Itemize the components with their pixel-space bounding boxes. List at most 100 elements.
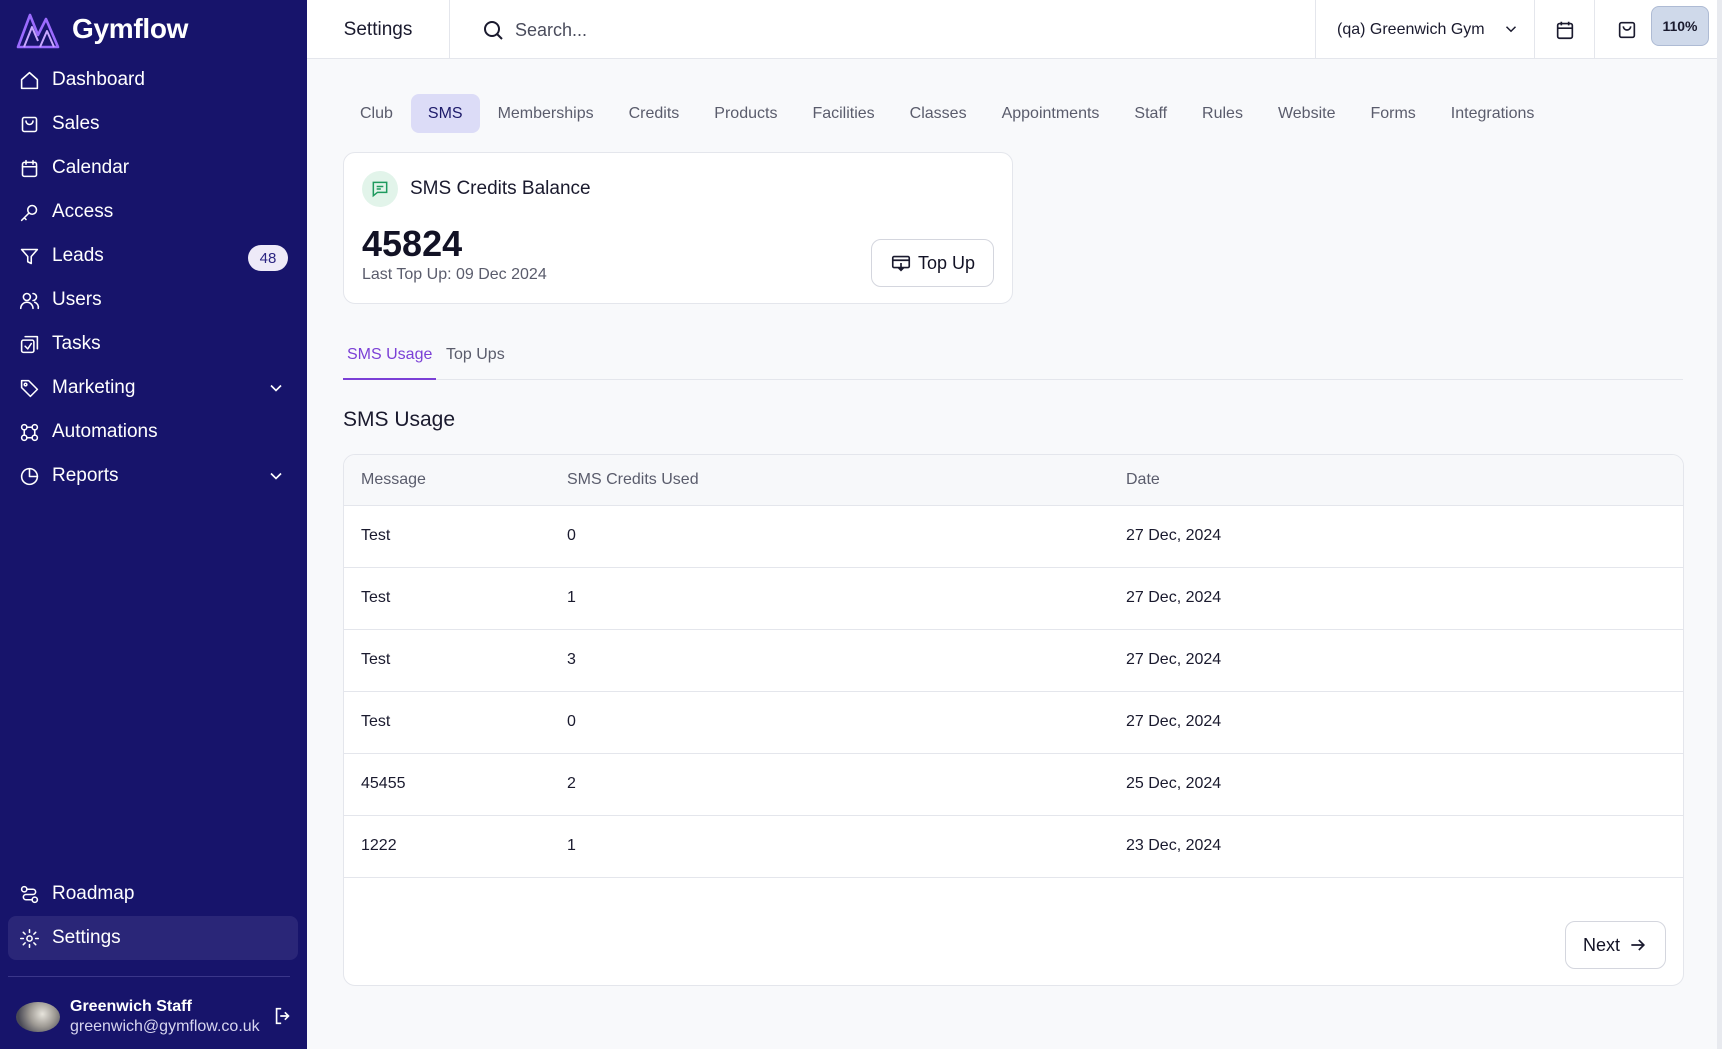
date-cell: 27 Dec, 2024 bbox=[1126, 651, 1222, 668]
next-page-button[interactable]: Next bbox=[1565, 921, 1666, 969]
sidebar-divider bbox=[8, 976, 290, 977]
sidebar-bottom-nav: Roadmap Settings bbox=[8, 872, 298, 960]
chevron-down-icon[interactable] bbox=[266, 378, 286, 398]
page-title: Settings bbox=[307, 0, 450, 59]
search-bar[interactable] bbox=[481, 14, 1181, 46]
users-icon bbox=[18, 289, 40, 311]
tab-appointments[interactable]: Appointments bbox=[985, 94, 1117, 133]
top-up-icon bbox=[891, 255, 911, 272]
bag-icon bbox=[1618, 21, 1636, 38]
date-cell: 27 Dec, 2024 bbox=[1126, 589, 1222, 606]
chevron-down-icon[interactable] bbox=[266, 466, 286, 486]
bag-icon bbox=[18, 113, 40, 135]
club-selector-value: (qa) Greenwich Gym bbox=[1337, 20, 1485, 38]
date-cell: 27 Dec, 2024 bbox=[1126, 527, 1222, 544]
credits-cell: 3 bbox=[567, 651, 576, 668]
tab-facilities[interactable]: Facilities bbox=[795, 94, 891, 133]
logout-icon[interactable] bbox=[272, 1005, 296, 1029]
card-header: SMS Credits Balance bbox=[362, 171, 591, 207]
sidebar-item-users[interactable]: Users bbox=[8, 278, 298, 322]
message-cell: 1222 bbox=[361, 837, 397, 854]
sms-credits-balance: 45824 bbox=[362, 223, 463, 264]
sidebar-item-label: Tasks bbox=[52, 333, 101, 354]
top-up-button[interactable]: Top Up bbox=[871, 239, 994, 287]
zoom-level[interactable]: 110% bbox=[1651, 6, 1709, 46]
user-email: greenwich@gymflow.co.uk bbox=[70, 1018, 260, 1035]
app-name: Gymflow bbox=[72, 13, 189, 44]
table-row[interactable]: 1222 1 23 Dec, 2024 bbox=[344, 816, 1683, 878]
credits-cell: 0 bbox=[567, 527, 576, 544]
sidebar-item-label: Marketing bbox=[52, 377, 136, 398]
date-cell: 25 Dec, 2024 bbox=[1126, 775, 1222, 792]
user-info: Greenwich Staff greenwich@gymflow.co.uk bbox=[70, 998, 272, 1036]
sidebar-item-sales[interactable]: Sales bbox=[8, 102, 298, 146]
sidebar-item-dashboard[interactable]: Dashboard bbox=[8, 58, 298, 102]
column-header-credits-used[interactable]: SMS Credits Used bbox=[567, 471, 699, 489]
table-row[interactable]: Test 1 27 Dec, 2024 bbox=[344, 568, 1683, 630]
next-label: Next bbox=[1582, 934, 1620, 955]
search-input[interactable] bbox=[515, 19, 1115, 41]
tab-staff[interactable]: Staff bbox=[1117, 94, 1184, 133]
column-header-message[interactable]: Message bbox=[361, 471, 426, 489]
filter-icon bbox=[18, 245, 40, 267]
table-row[interactable]: Test 3 27 Dec, 2024 bbox=[344, 630, 1683, 692]
table-row[interactable]: 45455 2 25 Dec, 2024 bbox=[344, 754, 1683, 816]
sidebar-item-reports[interactable]: Reports bbox=[8, 454, 298, 498]
tab-integrations[interactable]: Integrations bbox=[1434, 94, 1552, 133]
tab-sms-usage[interactable]: SMS Usage bbox=[343, 336, 437, 380]
credits-cell: 2 bbox=[567, 775, 576, 792]
gear-icon bbox=[18, 927, 40, 949]
sidebar-item-leads[interactable]: Leads 48 bbox=[8, 234, 298, 278]
tab-credits[interactable]: Credits bbox=[612, 94, 697, 133]
key-icon bbox=[18, 201, 40, 223]
sidebar-item-label: Dashboard bbox=[52, 69, 145, 90]
sidebar-item-settings[interactable]: Settings bbox=[8, 916, 298, 960]
cart-button[interactable] bbox=[1597, 0, 1657, 59]
automation-icon bbox=[18, 421, 40, 443]
avatar[interactable] bbox=[16, 1002, 60, 1032]
sms-usage-table: Message SMS Credits Used Date Test 0 27 … bbox=[343, 454, 1684, 986]
pie-chart-icon bbox=[18, 465, 40, 487]
table-header: Message SMS Credits Used Date bbox=[344, 455, 1683, 506]
sidebar-item-label: Access bbox=[52, 201, 114, 222]
tab-rules[interactable]: Rules bbox=[1185, 94, 1260, 133]
chevron-down-icon bbox=[1505, 26, 1517, 33]
sidebar-item-calendar[interactable]: Calendar bbox=[8, 146, 298, 190]
tab-products[interactable]: Products bbox=[697, 94, 794, 133]
credits-cell: 1 bbox=[567, 589, 576, 606]
sidebar-nav: Dashboard Sales Calendar Access Leads 48… bbox=[8, 58, 298, 498]
tab-top-ups[interactable]: Top Ups bbox=[442, 336, 509, 380]
message-cell: Test bbox=[361, 651, 391, 668]
tab-website[interactable]: Website bbox=[1261, 94, 1353, 133]
tab-forms[interactable]: Forms bbox=[1353, 94, 1432, 133]
table-row[interactable]: Test 0 27 Dec, 2024 bbox=[344, 692, 1683, 754]
calendar-button[interactable] bbox=[1535, 0, 1595, 59]
tab-memberships[interactable]: Memberships bbox=[481, 94, 611, 133]
sms-balance-card: SMS Credits Balance 45824 Last Top Up: 0… bbox=[343, 152, 1013, 304]
section-title: SMS Usage bbox=[343, 408, 456, 431]
sidebar: Gymflow Dashboard Sales Calendar Access … bbox=[0, 0, 307, 1049]
date-cell: 23 Dec, 2024 bbox=[1126, 837, 1222, 854]
settings-tabs: Club SMS Memberships Credits Products Fa… bbox=[343, 94, 1552, 134]
message-cell: 45455 bbox=[361, 775, 406, 792]
tab-sms[interactable]: SMS bbox=[410, 94, 480, 133]
sidebar-item-marketing[interactable]: Marketing bbox=[8, 366, 298, 410]
club-selector[interactable]: (qa) Greenwich Gym bbox=[1315, 0, 1535, 59]
tab-classes[interactable]: Classes bbox=[893, 94, 984, 133]
sidebar-item-label: Users bbox=[52, 289, 102, 310]
sidebar-item-label: Settings bbox=[52, 927, 121, 948]
tab-club[interactable]: Club bbox=[343, 94, 410, 133]
sidebar-item-automations[interactable]: Automations bbox=[8, 410, 298, 454]
table-row[interactable]: Test 0 27 Dec, 2024 bbox=[344, 506, 1683, 568]
sidebar-item-tasks[interactable]: Tasks bbox=[8, 322, 298, 366]
column-header-date[interactable]: Date bbox=[1126, 471, 1160, 489]
scrollbar[interactable] bbox=[1717, 0, 1722, 1049]
sidebar-item-access[interactable]: Access bbox=[8, 190, 298, 234]
card-title: SMS Credits Balance bbox=[410, 178, 591, 199]
top-bar: Settings (qa) Greenwich Gym 110% bbox=[307, 0, 1722, 59]
gymflow-logo[interactable]: Gymflow bbox=[16, 8, 188, 50]
sidebar-item-roadmap[interactable]: Roadmap bbox=[8, 872, 298, 916]
user-profile[interactable]: Greenwich Staff greenwich@gymflow.co.uk bbox=[16, 994, 296, 1040]
route-icon bbox=[18, 883, 40, 905]
tag-icon bbox=[18, 377, 40, 399]
